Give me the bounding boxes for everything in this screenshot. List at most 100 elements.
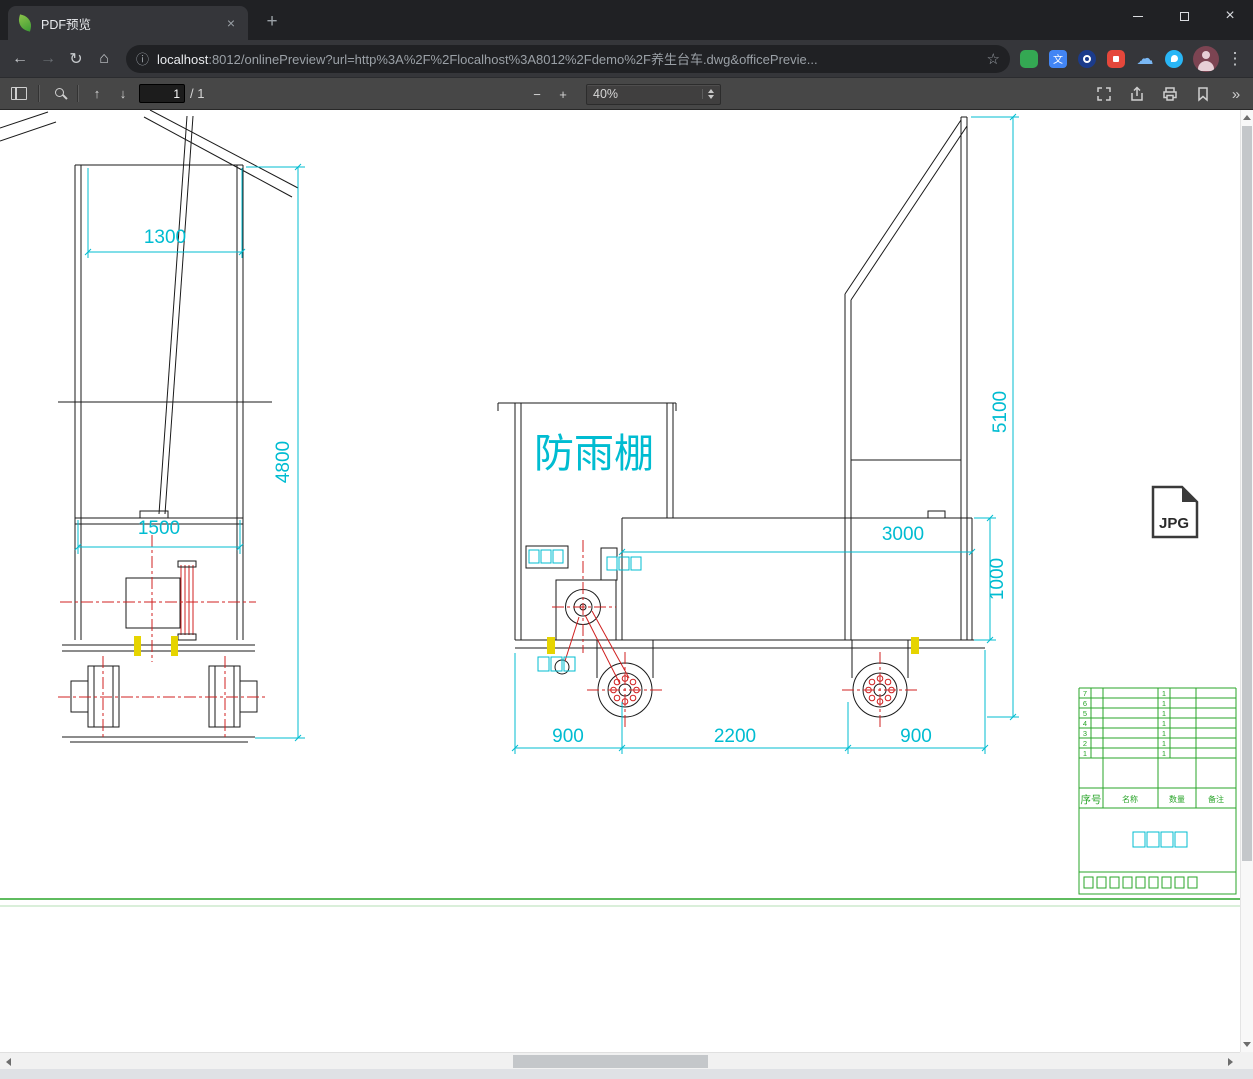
pdf-content: 1300 4800 1500 防雨棚 3000 1000 5100 900 22… bbox=[0, 110, 1240, 1052]
extensions-row: 文 ☁ bbox=[1020, 49, 1183, 68]
bookmark-icon bbox=[1198, 87, 1208, 102]
zoom-in-button[interactable]: + bbox=[550, 81, 576, 107]
leaf-favicon-icon bbox=[16, 14, 34, 32]
row-qty: 1 bbox=[1162, 739, 1166, 748]
parts-table: 7 6 5 4 3 2 1 1 1 1 1 1 1 1 序号 名称 数量 备注 bbox=[1078, 687, 1237, 895]
dim-900-right: 900 bbox=[900, 726, 932, 747]
extension-translate-icon[interactable]: 文 bbox=[1049, 49, 1067, 68]
header-name: 名称 bbox=[1122, 794, 1138, 804]
zoom-out-button[interactable]: − bbox=[524, 81, 550, 107]
dim-5100: 5100 bbox=[990, 391, 1011, 433]
scroll-right-button[interactable] bbox=[1222, 1053, 1239, 1070]
tab-bar: PDF预览 × + × bbox=[0, 0, 1253, 40]
address-bar[interactable]: ⓘ localhost:8012/onlinePreview?url=http%… bbox=[126, 44, 1010, 73]
extension-icon-1[interactable] bbox=[1020, 49, 1038, 68]
bookmark-star-icon[interactable]: ☆ bbox=[987, 50, 1000, 68]
vertical-scroll-thumb[interactable] bbox=[1242, 126, 1252, 861]
dim-1300: 1300 bbox=[144, 227, 186, 248]
toolbar-separator bbox=[38, 85, 39, 102]
extension-cloud-icon[interactable]: ☁ bbox=[1136, 49, 1154, 68]
select-arrows-icon bbox=[702, 89, 714, 99]
browser-menu-icon[interactable]: ⋮ bbox=[1223, 49, 1247, 69]
header-serial: 序号 bbox=[1081, 793, 1102, 806]
row-qty: 1 bbox=[1162, 749, 1166, 758]
zoom-controls: − + 40% bbox=[524, 78, 721, 110]
new-tab-button[interactable]: + bbox=[258, 9, 286, 37]
zoom-value: 40% bbox=[593, 87, 619, 101]
minimize-button[interactable] bbox=[1115, 0, 1161, 32]
horizontal-scroll-thumb[interactable] bbox=[513, 1055, 708, 1068]
jpg-icon-label: JPG bbox=[1159, 515, 1189, 532]
dim-1000: 1000 bbox=[987, 558, 1008, 600]
side-view: 防雨棚 3000 1000 5100 900 2200 900 bbox=[497, 113, 1019, 754]
row-qty: 1 bbox=[1162, 689, 1166, 698]
bookmark-button[interactable] bbox=[1190, 81, 1216, 107]
page-count-label: / 1 bbox=[190, 86, 205, 101]
presentation-mode-button[interactable] bbox=[1091, 81, 1117, 107]
print-button[interactable] bbox=[1157, 81, 1183, 107]
next-page-button[interactable]: ↓ bbox=[110, 81, 136, 107]
toolbar-right-group: » bbox=[1091, 78, 1249, 110]
scroll-up-icon bbox=[1243, 115, 1251, 120]
previous-page-button[interactable]: ↑ bbox=[84, 81, 110, 107]
forward-button[interactable]: → bbox=[34, 45, 62, 73]
window-bottom-edge bbox=[0, 1069, 1253, 1079]
reload-button[interactable]: ↻ bbox=[62, 45, 90, 73]
zoom-select[interactable]: 40% bbox=[586, 83, 721, 105]
side-wheel-left bbox=[587, 652, 663, 728]
header-qty: 数量 bbox=[1169, 794, 1185, 804]
dim-1500: 1500 bbox=[138, 518, 180, 539]
profile-avatar[interactable] bbox=[1193, 45, 1219, 72]
scroll-up-button[interactable] bbox=[1241, 110, 1253, 125]
url-host: localhost bbox=[157, 52, 209, 67]
pdf-toolbar: ↑ ↓ / 1 − + 40% bbox=[0, 78, 1253, 110]
row-no: 3 bbox=[1083, 729, 1087, 738]
scroll-down-button[interactable] bbox=[1241, 1037, 1253, 1052]
tab-pdf-preview[interactable]: PDF预览 × bbox=[8, 6, 248, 40]
front-view: 1300 4800 1500 bbox=[0, 110, 305, 743]
horizontal-scrollbar[interactable] bbox=[0, 1052, 1253, 1069]
browser-window: PDF预览 × + × ← → ↻ ⌂ ⓘ localhost:8012/onl… bbox=[0, 0, 1253, 1079]
row-no: 1 bbox=[1083, 749, 1087, 758]
window-controls: × bbox=[1115, 0, 1253, 32]
vertical-scrollbar[interactable] bbox=[1240, 110, 1253, 1052]
extension-icon-3[interactable] bbox=[1078, 49, 1096, 68]
cad-drawing: 1300 4800 1500 防雨棚 3000 1000 5100 900 22… bbox=[0, 110, 1240, 907]
tab-close-icon[interactable]: × bbox=[222, 14, 240, 32]
row-no: 2 bbox=[1083, 739, 1087, 748]
row-no: 5 bbox=[1083, 709, 1087, 718]
page-number-input[interactable] bbox=[139, 84, 185, 103]
page-info-icon[interactable]: ⓘ bbox=[136, 49, 149, 68]
dim-900-left: 900 bbox=[552, 726, 584, 747]
rain-shelter-label: 防雨棚 bbox=[534, 432, 654, 476]
more-tools-button[interactable]: » bbox=[1223, 81, 1249, 107]
row-qty: 1 bbox=[1162, 709, 1166, 718]
scroll-right-icon bbox=[1228, 1057, 1233, 1066]
find-button[interactable] bbox=[45, 81, 71, 107]
nav-toolbar: ← → ↻ ⌂ ⓘ localhost:8012/onlinePreview?u… bbox=[0, 40, 1253, 78]
back-button[interactable]: ← bbox=[6, 45, 34, 73]
row-qty: 1 bbox=[1162, 699, 1166, 708]
dim-4800: 4800 bbox=[273, 441, 294, 483]
scroll-down-icon bbox=[1243, 1042, 1251, 1047]
row-no: 4 bbox=[1083, 719, 1087, 728]
sidebar-toggle-button[interactable] bbox=[6, 81, 32, 107]
row-qty: 1 bbox=[1162, 719, 1166, 728]
minimize-icon bbox=[1133, 15, 1143, 17]
maximize-button[interactable] bbox=[1161, 0, 1207, 32]
close-button[interactable]: × bbox=[1207, 0, 1253, 32]
maximize-icon bbox=[1179, 11, 1189, 21]
sidebar-icon bbox=[11, 87, 27, 100]
print-icon bbox=[1163, 87, 1177, 101]
scrollbar-corner bbox=[1240, 1052, 1253, 1069]
home-button[interactable]: ⌂ bbox=[90, 45, 118, 73]
row-qty: 1 bbox=[1162, 729, 1166, 738]
row-no: 6 bbox=[1083, 699, 1087, 708]
open-file-button[interactable] bbox=[1124, 81, 1150, 107]
url-text[interactable]: localhost:8012/onlinePreview?url=http%3A… bbox=[157, 49, 979, 68]
extension-icon-4[interactable] bbox=[1107, 49, 1125, 68]
dim-2200: 2200 bbox=[714, 726, 756, 747]
scroll-left-button[interactable] bbox=[0, 1053, 17, 1070]
url-rest: :8012/onlinePreview?url=http%3A%2F%2Floc… bbox=[208, 52, 818, 67]
extension-icon-6[interactable] bbox=[1165, 49, 1183, 68]
